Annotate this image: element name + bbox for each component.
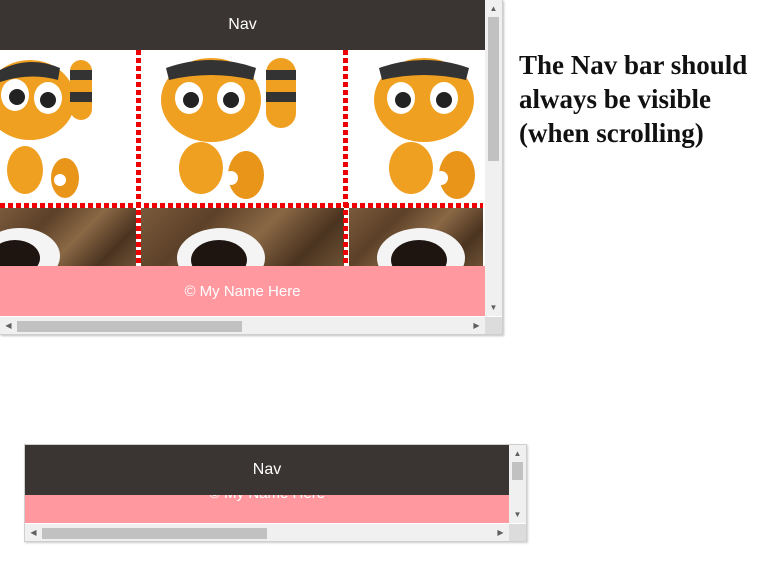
scrollbar-thumb[interactable]: [42, 528, 267, 539]
footer-text: © My Name Here: [184, 282, 301, 300]
scroll-down-arrow-icon[interactable]: ▼: [509, 506, 526, 523]
nav-bar[interactable]: Nav: [25, 445, 509, 495]
narrow-viewport-frame: © My Name Here Nav ▲ ▼ ◀ ▶: [24, 444, 527, 542]
wide-viewport-frame: Nav © My Name Here ▲ ▼ ◀ ▶: [0, 0, 503, 335]
scrollbar-thumb[interactable]: [17, 321, 242, 332]
nav-bar[interactable]: Nav: [0, 0, 485, 50]
cat-toy-image: [0, 50, 136, 203]
vertical-scrollbar[interactable]: ▲ ▼: [485, 0, 502, 316]
vertical-scrollbar[interactable]: ▲ ▼: [509, 445, 526, 523]
scroll-up-arrow-icon[interactable]: ▲: [485, 0, 502, 17]
scroll-left-arrow-icon[interactable]: ◀: [25, 524, 42, 541]
coffee-cup-image: [349, 208, 483, 266]
scroll-left-arrow-icon[interactable]: ◀: [0, 317, 17, 334]
footer: © My Name Here: [0, 266, 485, 316]
scrollbar-thumb[interactable]: [488, 17, 499, 161]
scrollbar-corner: [509, 524, 526, 541]
annotation-text: The Nav bar should always be visible (wh…: [519, 50, 748, 148]
scroll-right-arrow-icon[interactable]: ▶: [468, 317, 485, 334]
nav-label: Nav: [228, 16, 257, 33]
scroll-up-arrow-icon[interactable]: ▲: [509, 445, 526, 462]
horizontal-scrollbar[interactable]: ◀ ▶: [25, 524, 509, 541]
grid-divider: [136, 50, 141, 266]
grid-divider: [0, 203, 483, 208]
image-grid: [0, 50, 483, 266]
nav-label: Nav: [252, 461, 282, 478]
scrollbar-corner: [485, 317, 502, 334]
scroll-down-arrow-icon[interactable]: ▼: [485, 299, 502, 316]
scroll-right-arrow-icon[interactable]: ▶: [492, 524, 509, 541]
cat-toy-image: [349, 50, 483, 203]
coffee-cup-image: [141, 208, 344, 266]
horizontal-scrollbar[interactable]: ◀ ▶: [0, 317, 485, 334]
coffee-cup-image: [0, 208, 136, 266]
cat-toy-image: [141, 50, 344, 203]
grid-divider: [343, 50, 348, 266]
scrollbar-thumb[interactable]: [512, 462, 523, 480]
